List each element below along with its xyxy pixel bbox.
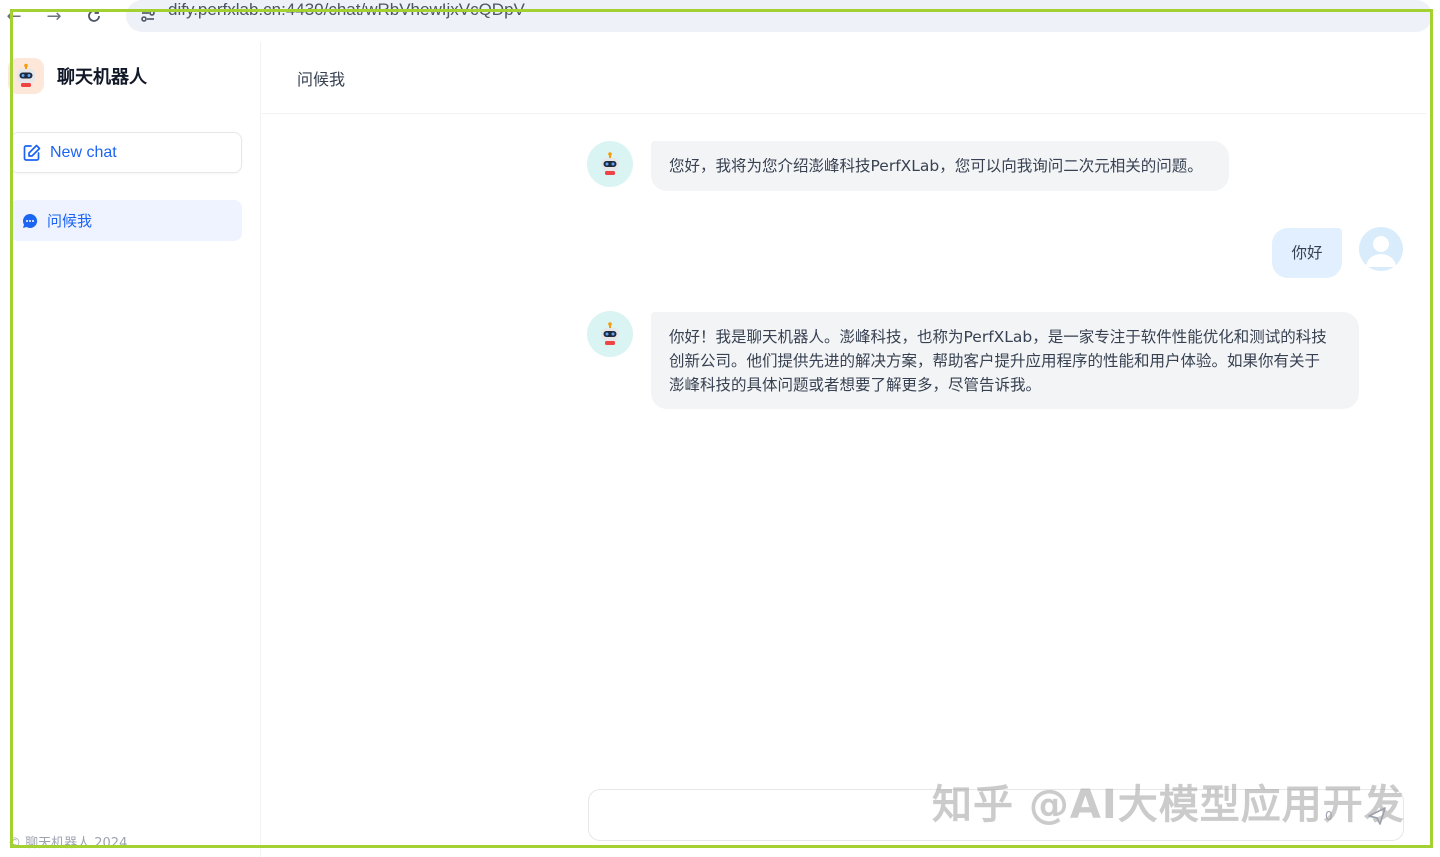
- forward-arrow-icon[interactable]: →: [34, 0, 74, 32]
- browser-toolbar: ← → dify.perfxlab.cn:4430/chat/wRbVhewIj…: [0, 0, 1440, 32]
- robot-logo-icon: [8, 58, 44, 94]
- chat-main: 问候我 您好，我将为您介绍澎峰科技PerfXLab，您可以向我询问二次元相关的问…: [262, 42, 1440, 857]
- user-message-text: 你好: [1291, 244, 1323, 262]
- assistant-message: 你好！我是聊天机器人。澎峰科技，也称为PerfXLab，是一家专注于软件性能优化…: [651, 312, 1359, 409]
- new-chat-button[interactable]: New chat: [10, 132, 242, 173]
- site-settings-icon[interactable]: [138, 6, 158, 26]
- user-message: 你好: [1272, 228, 1342, 278]
- chat-bubble-icon: [23, 213, 38, 228]
- assistant-message-text: 您好，我将为您介绍澎峰科技PerfXLab，您可以向我询问二次元相关的问题。: [669, 157, 1203, 175]
- app-title: 聊天机器人: [57, 67, 147, 88]
- address-bar[interactable]: dify.perfxlab.cn:4430/chat/wRbVhewIjxVcQ…: [126, 0, 1432, 32]
- bot-avatar-icon: [587, 311, 633, 357]
- conversation-title: 问候我: [297, 69, 346, 89]
- assistant-message-line: 创新公司。他们提供先进的解决方案，帮助客户提升应用程序的性能和用户体验。如果你有…: [669, 352, 1321, 370]
- watermark: 知乎 @AI大模型应用开发: [932, 782, 1405, 828]
- app-header: 聊天机器人: [0, 56, 147, 96]
- chat-header: 问候我: [262, 42, 1426, 114]
- user-avatar-icon: [1359, 227, 1403, 271]
- bot-avatar-icon: [587, 141, 633, 187]
- new-chat-label: New chat: [50, 143, 117, 161]
- reload-icon[interactable]: [74, 0, 114, 32]
- conversation-item[interactable]: 问候我: [10, 200, 242, 241]
- sidebar: 聊天机器人 New chat 问候我 © 聊天机器人 2024: [0, 42, 261, 857]
- copyright-footer: © 聊天机器人 2024: [8, 836, 128, 851]
- conversation-label: 问候我: [47, 212, 93, 230]
- assistant-message: 您好，我将为您介绍澎峰科技PerfXLab，您可以向我询问二次元相关的问题。: [651, 141, 1229, 191]
- edit-icon: [23, 144, 41, 161]
- assistant-message-line: 澎峰科技的具体问题或者想要了解更多，尽管告诉我。: [669, 376, 1042, 394]
- assistant-message-line: 你好！我是聊天机器人。澎峰科技，也称为PerfXLab，是一家专注于软件性能优化…: [669, 328, 1327, 346]
- url-text: dify.perfxlab.cn:4430/chat/wRbVhewIjxVcQ…: [168, 0, 525, 19]
- back-arrow-icon[interactable]: ←: [0, 0, 34, 32]
